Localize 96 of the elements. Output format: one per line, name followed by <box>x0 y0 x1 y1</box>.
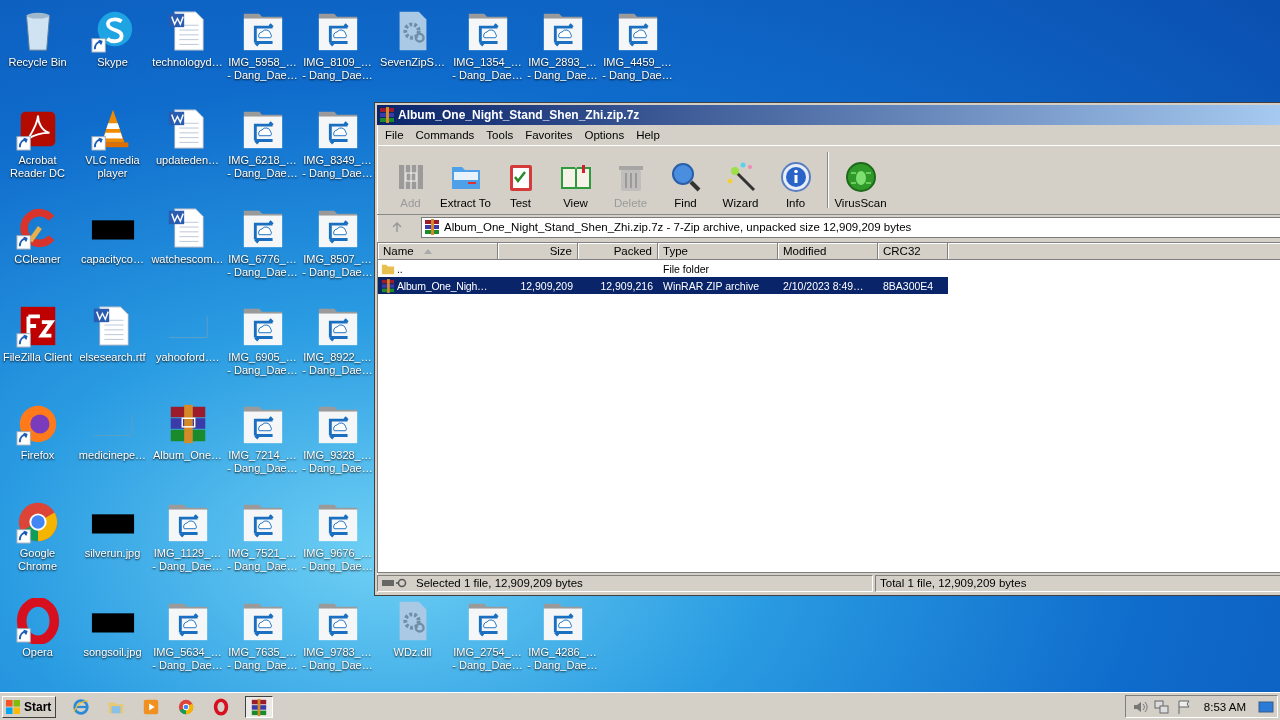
icon-label: IMG_5634_… - Dang_Dae… <box>152 645 223 672</box>
icon-label: IMG_2754_… - Dang_Dae… <box>452 645 523 672</box>
books-icon <box>379 107 395 123</box>
media-player-icon <box>142 697 161 716</box>
file-name: Album_One_Nigh… <box>397 279 488 292</box>
up-arrow-icon <box>391 221 403 233</box>
icon-label: IMG_7214_… - Dang_Dae… <box>227 449 298 476</box>
bug-icon <box>844 161 877 193</box>
icon-label: Google Chrome <box>17 547 58 574</box>
flag-icon[interactable] <box>1175 698 1192 715</box>
column-header[interactable]: Size <box>498 243 578 260</box>
menu-item[interactable]: Tools <box>480 129 520 141</box>
menu-item[interactable]: Help <box>630 129 666 141</box>
toolbar-button[interactable]: Extract To <box>438 155 493 211</box>
icon-label: capacityco… <box>81 252 144 266</box>
toolbar-button[interactable]: Wizard <box>713 155 768 211</box>
icon-label: Album_One… <box>152 449 223 463</box>
table-cell: 2/10/2023 8:49… <box>783 279 864 292</box>
icon-label: technologyd… <box>152 56 223 69</box>
icon-label: songsoil.jpg <box>83 645 142 659</box>
menu-item[interactable]: Commands <box>409 129 481 141</box>
table-cell: 12,909,209 <box>520 279 573 292</box>
sort-arrow-icon <box>423 248 432 254</box>
icon-label: IMG_4286_… - Dang_Dae… <box>527 645 598 672</box>
column-header[interactable]: Packed <box>578 243 658 260</box>
toolbar-button[interactable]: Info <box>768 155 823 211</box>
icon-label: Recycle Bin <box>8 56 67 69</box>
file-row[interactable]: .. File folder <box>378 260 948 277</box>
icon-label: IMG_8507_… - Dang_Dae… <box>302 252 373 279</box>
icon-label: Opera <box>22 645 53 659</box>
icon-label: IMG_7635_… - Dang_Dae… <box>227 645 298 672</box>
column-header[interactable]: Modified <box>778 243 878 260</box>
icon-label: IMG_2893_… - Dang_Dae… <box>527 56 598 82</box>
menu-item[interactable]: Favorites <box>519 129 579 141</box>
icon-label: elsesearch.rtf <box>79 350 146 364</box>
icon-label: IMG_4459_… - Dang_Dae… <box>602 56 673 82</box>
show-desktop-icon[interactable] <box>1258 698 1274 715</box>
icon-label: watchescom… <box>151 252 224 266</box>
toolbar-button[interactable]: VirusScan <box>833 155 888 211</box>
column-header[interactable]: CRC32 <box>878 243 948 260</box>
chrome-icon <box>177 697 196 716</box>
status-text: Total 1 file, 12,909,209 bytes <box>880 577 1027 589</box>
file-name: .. <box>397 262 403 275</box>
menu-item[interactable]: Options <box>578 129 631 141</box>
icon-label: IMG_6905_… - Dang_Dae… <box>227 350 298 377</box>
icon-label: IMG_1354_… - Dang_Dae… <box>452 56 523 82</box>
address-field[interactable]: Album_One_Night_Stand_Shen_Zhi.zip.7z - 7-Zip archive, unpacked size 12,909,209 bytes <box>421 216 1280 238</box>
icon-label: WDz.dll <box>393 645 432 659</box>
file-row[interactable]: Album_One_Nigh… 12,909,209 12,909,216 WinRAR ZIP archive 2/10/2023 8:49… 8BA300E4 <box>378 277 948 294</box>
icon-label: IMG_6218_… - Dang_Dae… <box>227 154 298 181</box>
icon-label: IMG_1129_… - Dang_Dae… <box>152 547 223 574</box>
icon-label: FileZilla Client <box>2 350 73 364</box>
icon-label: CCleaner <box>14 252 61 266</box>
icon-label: SevenZipS… <box>380 56 445 69</box>
table-cell: 12,909,216 <box>600 279 653 292</box>
icon-label: updateden… <box>156 154 219 168</box>
window-title: Album_One_Night_Stand_Shen_Zhi.zip.7z <box>398 108 640 122</box>
icon-label: Acrobat Reader DC <box>10 154 65 181</box>
network-icon[interactable] <box>1153 698 1170 715</box>
column-header[interactable]: Type <box>658 243 778 260</box>
icon-label: IMG_7521_… - Dang_Dae… <box>227 547 298 574</box>
toolbar-button[interactable]: View <box>548 155 603 211</box>
search-icon <box>669 161 702 193</box>
internet-explorer-icon <box>72 697 91 716</box>
toolbar-button[interactable]: Test <box>493 155 548 211</box>
icon-label: Skype <box>97 56 128 69</box>
start-button[interactable]: Start <box>2 695 57 718</box>
icon-label: medicinepe… <box>78 449 147 463</box>
icon-label: IMG_9676_… - Dang_Dae… <box>302 547 373 574</box>
icon-label: IMG_8922_… - Dang_Dae… <box>302 350 373 377</box>
icon-label: IMG_9783_… - Dang_Dae… <box>302 645 373 672</box>
icon-label: IMG_6776_… - Dang_Dae… <box>227 252 298 279</box>
icon-label: IMG_9328_… - Dang_Dae… <box>302 449 373 476</box>
toolbar-button[interactable]: Find <box>658 155 713 211</box>
icon-label: VLC media player <box>85 154 140 181</box>
opera-icon[interactable] <box>14 597 61 644</box>
books-icon <box>424 219 440 235</box>
windows-logo-icon <box>5 698 21 715</box>
menu-item[interactable]: File <box>379 129 410 141</box>
taskbar-button[interactable] <box>245 695 274 718</box>
clock[interactable]: 8:53 AM <box>1203 700 1246 713</box>
table-cell: WinRAR ZIP archive <box>663 279 760 292</box>
status-text: Selected 1 file, 12,909,209 bytes <box>416 577 583 589</box>
icon-label: IMG_5958_… - Dang_Dae… <box>227 56 298 82</box>
table-cell: 8BA300E4 <box>883 279 934 292</box>
icon-label: silverun.jpg <box>84 547 141 561</box>
icon-label: IMG_8109_… - Dang_Dae… <box>302 56 373 82</box>
books-icon <box>250 697 269 716</box>
books-icon <box>381 278 395 293</box>
icon-label: yahooford…. <box>156 350 219 364</box>
info-icon <box>779 161 812 193</box>
table-cell: File folder <box>663 262 710 275</box>
icon-label: IMG_8349_… - Dang_Dae… <box>302 154 373 181</box>
opera-icon <box>212 697 231 716</box>
icon-label: Firefox <box>20 449 55 463</box>
column-header[interactable]: Name <box>378 243 498 260</box>
